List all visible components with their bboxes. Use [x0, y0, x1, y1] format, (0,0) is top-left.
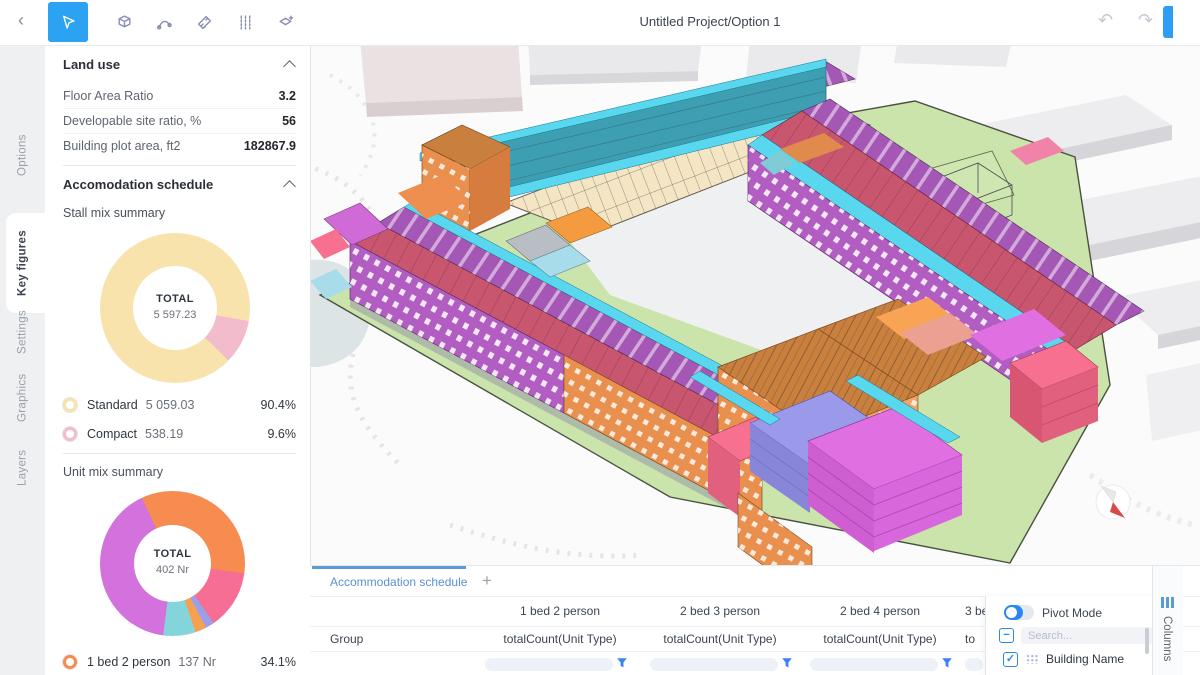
legend-value: 5 059.03 — [146, 398, 195, 412]
columns-icon — [1161, 597, 1174, 608]
key-figure-value: 3.2 — [279, 89, 296, 103]
column-filter-input[interactable] — [965, 658, 983, 671]
add-tab-button[interactable]: + — [482, 571, 492, 591]
tab-accommodation-schedule[interactable]: Accommodation schedule — [330, 575, 467, 589]
toggle-knob — [1006, 607, 1017, 618]
pivot-mode-label: Pivot Mode — [1042, 606, 1102, 620]
column-group-header[interactable]: 2 bed 4 person — [800, 604, 960, 618]
sidebar-tab-key-figures[interactable]: Key figures — [0, 213, 45, 313]
legend-value: 137 Nr — [178, 655, 216, 669]
legend-label: Standard — [87, 398, 138, 412]
legend-row[interactable]: Standard 5 059.03 90.4% — [63, 392, 296, 418]
filter-funnel-icon[interactable] — [941, 657, 953, 669]
ruler-icon — [196, 14, 213, 31]
key-figure-row: Floor Area Ratio 3.2 — [63, 83, 296, 109]
legend-percent: 90.4% — [261, 398, 296, 412]
pointer-icon — [60, 14, 77, 31]
columns-side-tab[interactable]: Columns — [1152, 566, 1183, 675]
top-toolbar: ‹ Untitled Project/Option 1 ↶ ↷ — [0, 0, 1200, 46]
collapse-chevron-icon[interactable] — [283, 60, 296, 73]
column-filter-input[interactable] — [650, 658, 778, 671]
select-tool-button[interactable] — [48, 2, 88, 42]
legend-dot — [63, 655, 77, 669]
donut-hole — [133, 266, 217, 350]
stall-mix-donut-chart[interactable]: TOTAL 5 597.23 — [100, 233, 250, 383]
select-all-columns-checkbox[interactable]: − — [999, 628, 1014, 643]
sidebar-tab-layers[interactable]: Layers — [0, 438, 45, 498]
key-figure-value: 182867.9 — [244, 139, 296, 153]
column-filter-input[interactable] — [485, 658, 613, 671]
back-icon[interactable]: ‹ — [18, 10, 24, 31]
column-item-label[interactable]: Building Name — [1046, 652, 1124, 666]
legend-label: 1 bed 2 person — [87, 655, 170, 669]
polyline-tool-button[interactable] — [144, 2, 184, 42]
redo-icon[interactable]: ↷ — [1138, 10, 1153, 31]
key-figure-row: Developable site ratio, % 56 — [63, 108, 296, 134]
column-header[interactable]: totalCount(Unit Type) — [480, 632, 640, 646]
unit-mix-donut-chart[interactable]: TOTAL 402 Nr — [100, 491, 245, 636]
viewport-3d[interactable] — [310, 45, 1200, 565]
columns-search-input[interactable] — [1021, 627, 1153, 644]
column-item-checkbox[interactable]: ✓ — [1003, 652, 1018, 667]
key-figure-row: Building plot area, ft2 182867.9 — [63, 133, 296, 158]
column-group-header[interactable]: 2 bed 3 person — [640, 604, 800, 618]
key-figure-value: 56 — [282, 114, 296, 128]
sections-tool-button[interactable] — [225, 2, 265, 42]
active-tab-accent — [312, 566, 466, 569]
accommodation-section-title[interactable]: Accomodation schedule — [63, 177, 213, 192]
key-figures-panel: Land use Floor Area Ratio 3.2 Developabl… — [45, 45, 311, 675]
section-divider — [63, 165, 296, 166]
side-tab-rail: Options Key figures Settings Graphics La… — [0, 45, 45, 675]
undo-icon[interactable]: ↶ — [1098, 10, 1113, 31]
legend-dot — [63, 398, 77, 412]
layers-add-tool-button[interactable] — [265, 2, 305, 42]
key-figure-label: Floor Area Ratio — [63, 89, 153, 103]
legend-percent: 9.6% — [268, 427, 297, 441]
filter-funnel-icon[interactable] — [781, 657, 793, 669]
stall-mix-subtitle: Stall mix summary — [63, 206, 165, 220]
columns-side-tab-label: Columns — [1161, 616, 1173, 661]
column-filter-input[interactable] — [810, 658, 938, 671]
primary-action-button[interactable] — [1163, 6, 1173, 38]
legend-label: Compact — [87, 427, 137, 441]
section-divider — [63, 453, 296, 454]
sidebar-tab-settings[interactable]: Settings — [0, 302, 45, 362]
donut-total-value: 5 597.23 — [100, 309, 250, 321]
application-window: ‹ Untitled Project/Option 1 ↶ ↷ — [0, 0, 1200, 675]
pivot-mode-toggle[interactable] — [1004, 605, 1034, 620]
sidebar-tab-graphics[interactable]: Graphics — [0, 368, 45, 428]
section-lines-icon — [237, 14, 254, 31]
column-header[interactable]: totalCount(Unit Type) — [640, 632, 800, 646]
sidebar-tab-options[interactable]: Options — [0, 120, 45, 190]
project-title[interactable]: Untitled Project/Option 1 — [450, 14, 970, 29]
layer-add-icon — [277, 14, 294, 31]
collapse-chevron-icon[interactable] — [283, 180, 296, 193]
filter-funnel-icon[interactable] — [616, 657, 628, 669]
donut-total-value: 402 Nr — [100, 564, 245, 576]
legend-row[interactable]: 1 bed 2 person 137 Nr 34.1% — [63, 649, 296, 675]
donut-total-label: TOTAL — [100, 548, 245, 560]
land-use-section-title[interactable]: Land use — [63, 57, 120, 72]
legend-dot — [63, 427, 77, 441]
key-figure-label: Developable site ratio, % — [63, 114, 201, 128]
columns-tool-panel: Pivot Mode − ✓ Building Name — [985, 596, 1153, 675]
column-header[interactable]: to — [965, 632, 983, 646]
measure-tool-button[interactable] — [184, 2, 224, 42]
cube-icon — [116, 14, 133, 31]
column-header[interactable]: totalCount(Unit Type) — [800, 632, 960, 646]
unit-mix-subtitle: Unit mix summary — [63, 465, 163, 479]
legend-row[interactable]: Compact 538.19 9.6% — [63, 421, 296, 447]
polyline-icon — [156, 14, 173, 31]
legend-percent: 34.1% — [261, 655, 296, 669]
solids-tool-button[interactable] — [104, 2, 144, 42]
legend-value: 538.19 — [145, 427, 183, 441]
bottom-table-panel: Accommodation schedule + 1 bed 2 person … — [310, 565, 1200, 675]
key-figure-label: Building plot area, ft2 — [63, 139, 180, 153]
column-group-header[interactable]: 1 bed 2 person — [480, 604, 640, 618]
scrollbar-thumb[interactable] — [1145, 628, 1149, 654]
donut-total-label: TOTAL — [100, 293, 250, 305]
drag-handle-icon[interactable] — [1026, 654, 1039, 664]
column-header-group[interactable]: Group — [330, 632, 363, 646]
compass[interactable] — [1096, 485, 1130, 519]
